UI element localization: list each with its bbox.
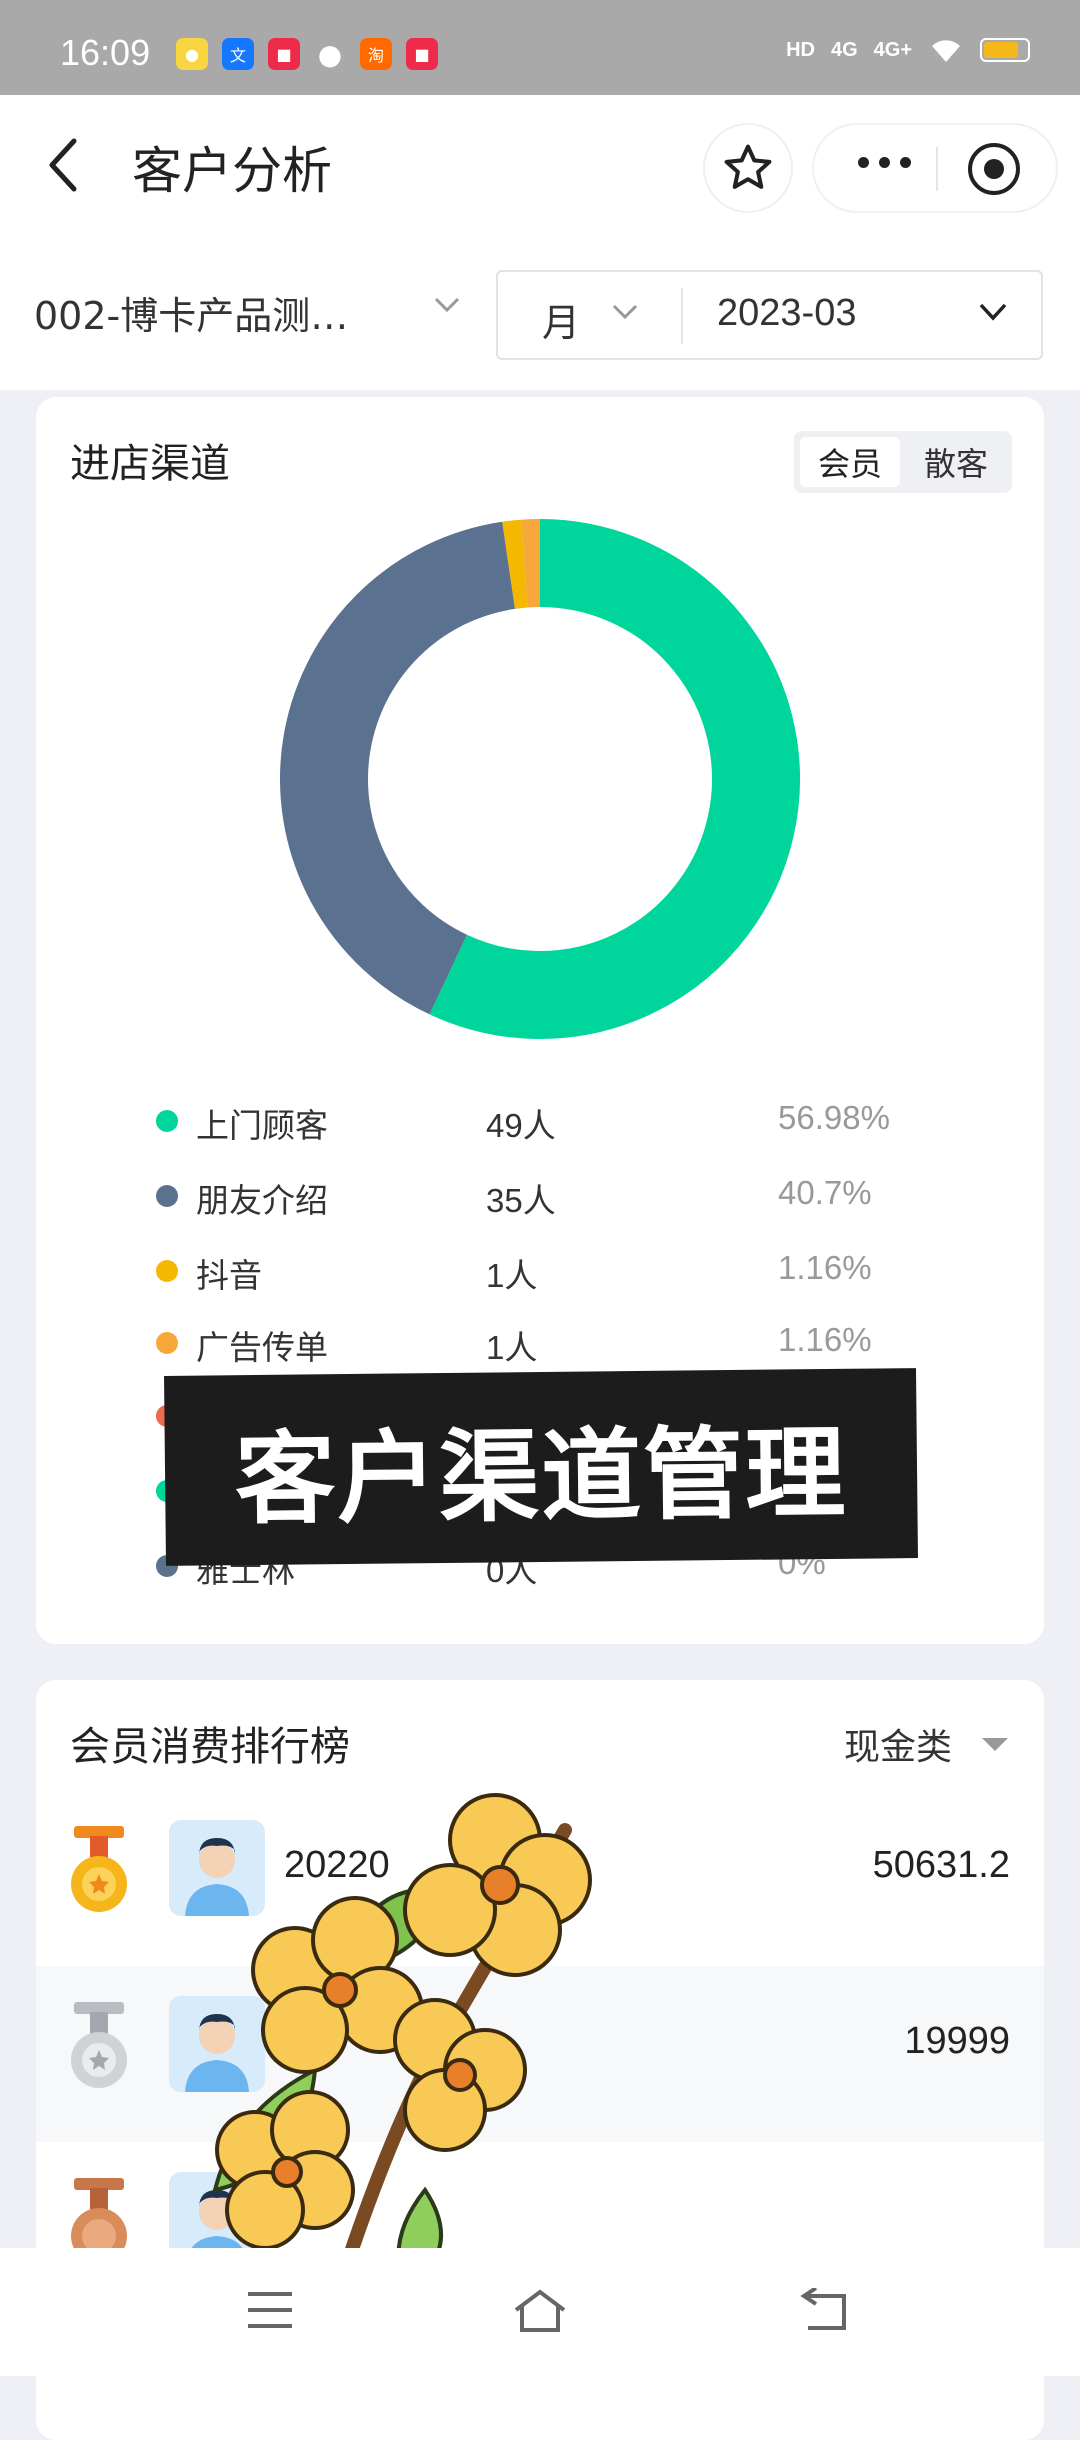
legend-dot	[156, 1332, 178, 1354]
legend-dot	[156, 1110, 178, 1132]
channel-donut-chart	[280, 519, 800, 1039]
message-icon: ●	[317, 37, 343, 71]
legend-percent: 40.7%	[778, 1174, 872, 1211]
ranking-filter[interactable]: 现金类	[844, 1718, 952, 1770]
favorite-button[interactable]	[703, 123, 793, 213]
close-miniprogram-icon[interactable]	[966, 141, 1022, 197]
legend-count: 1人	[486, 1257, 538, 1294]
home-icon[interactable]	[512, 2288, 568, 2334]
donut-slice-4[interactable]	[521, 519, 541, 608]
alipay-icon: 文	[222, 38, 254, 70]
donut-slice-1[interactable]	[429, 519, 800, 1039]
donut-slice-2[interactable]	[280, 521, 516, 1015]
chevron-down-icon[interactable]	[610, 302, 640, 322]
legend-percent: 1.16%	[778, 1321, 872, 1358]
status-app-icons: ● 文 ■ ● 淘 ■	[176, 37, 438, 71]
wifi-icon	[932, 40, 960, 62]
back-icon[interactable]	[798, 2288, 850, 2334]
period-selector[interactable]: 月	[542, 292, 580, 347]
member-amount: 19999	[904, 2020, 1010, 2062]
overlay-banner: 客户渠道管理	[164, 1368, 918, 1566]
chevron-down-icon[interactable]	[432, 295, 462, 315]
legend-count: 35人	[486, 1182, 556, 1219]
nav-bar: 客户分析	[0, 95, 1080, 245]
weibo-icon: ●	[176, 38, 208, 70]
ranking-title: 会员消费排行榜	[70, 1724, 350, 1770]
filter-bar: 002-博卡产品测… 月 2023-03	[0, 245, 1080, 390]
gold-medal-icon	[71, 1826, 127, 1912]
back-arrow-icon[interactable]	[40, 135, 90, 195]
legend-count: 49人	[486, 1107, 556, 1144]
legend-item: 广告传单 1人 1.16%	[156, 1317, 956, 1367]
store-selector[interactable]: 002-博卡产品测…	[34, 285, 348, 340]
signal-4g-plus-icon: 4G+	[873, 38, 912, 61]
legend-percent: 1.16%	[778, 1249, 872, 1286]
silver-medal-icon	[71, 2002, 127, 2088]
month-selector[interactable]: 2023-03	[717, 292, 856, 335]
chevron-down-icon[interactable]	[976, 300, 1010, 324]
flower-sticker-decoration	[212, 1793, 592, 2290]
system-nav-bar	[0, 2248, 1080, 2376]
donut-slice-3[interactable]	[502, 519, 528, 609]
customer-type-toggle: 会员 散客	[794, 431, 1012, 493]
legend-label: 广告传单	[196, 1328, 328, 1367]
legend-label: 抖音	[196, 1256, 262, 1295]
tab-walkin[interactable]: 散客	[906, 437, 1006, 487]
legend-item: 上门顾客 49人 56.98%	[156, 1095, 956, 1145]
taobao-icon: 淘	[360, 38, 392, 70]
status-bar: 16:09 ● 文 ■ ● 淘 ■ HD 4G 4G+	[0, 0, 1080, 95]
miniprogram-capsule	[812, 123, 1058, 213]
date-filter: 月 2023-03	[496, 270, 1043, 360]
legend-item: 抖音 1人 1.16%	[156, 1245, 956, 1295]
overlay-banner-text: 客户渠道管理	[234, 1414, 848, 1538]
hd-icon: HD	[786, 38, 815, 61]
xiaohongshu-icon-2: ■	[406, 38, 438, 70]
legend-dot	[156, 1185, 178, 1207]
tab-member[interactable]: 会员	[800, 437, 900, 487]
channel-card-title: 进店渠道	[70, 441, 230, 487]
legend-label: 朋友介绍	[196, 1181, 328, 1220]
legend-item: 朋友介绍 35人 40.7%	[156, 1170, 956, 1220]
member-amount: 50631.2	[872, 1844, 1010, 1886]
battery-icon	[980, 38, 1030, 62]
xiaohongshu-icon: ■	[268, 38, 300, 70]
menu-icon[interactable]	[246, 2288, 294, 2332]
more-icon[interactable]	[858, 157, 911, 168]
signal-4g-icon: 4G	[830, 38, 858, 61]
status-right: HD 4G 4G+	[786, 36, 1030, 64]
legend-percent: 56.98%	[778, 1099, 890, 1136]
status-time: 16:09	[60, 32, 151, 73]
legend-count: 1人	[486, 1329, 538, 1366]
legend-label: 上门顾客	[196, 1106, 328, 1145]
caret-down-icon[interactable]	[982, 1738, 1008, 1751]
legend-dot	[156, 1260, 178, 1282]
page-title: 客户分析	[132, 142, 332, 200]
star-icon	[724, 144, 772, 189]
